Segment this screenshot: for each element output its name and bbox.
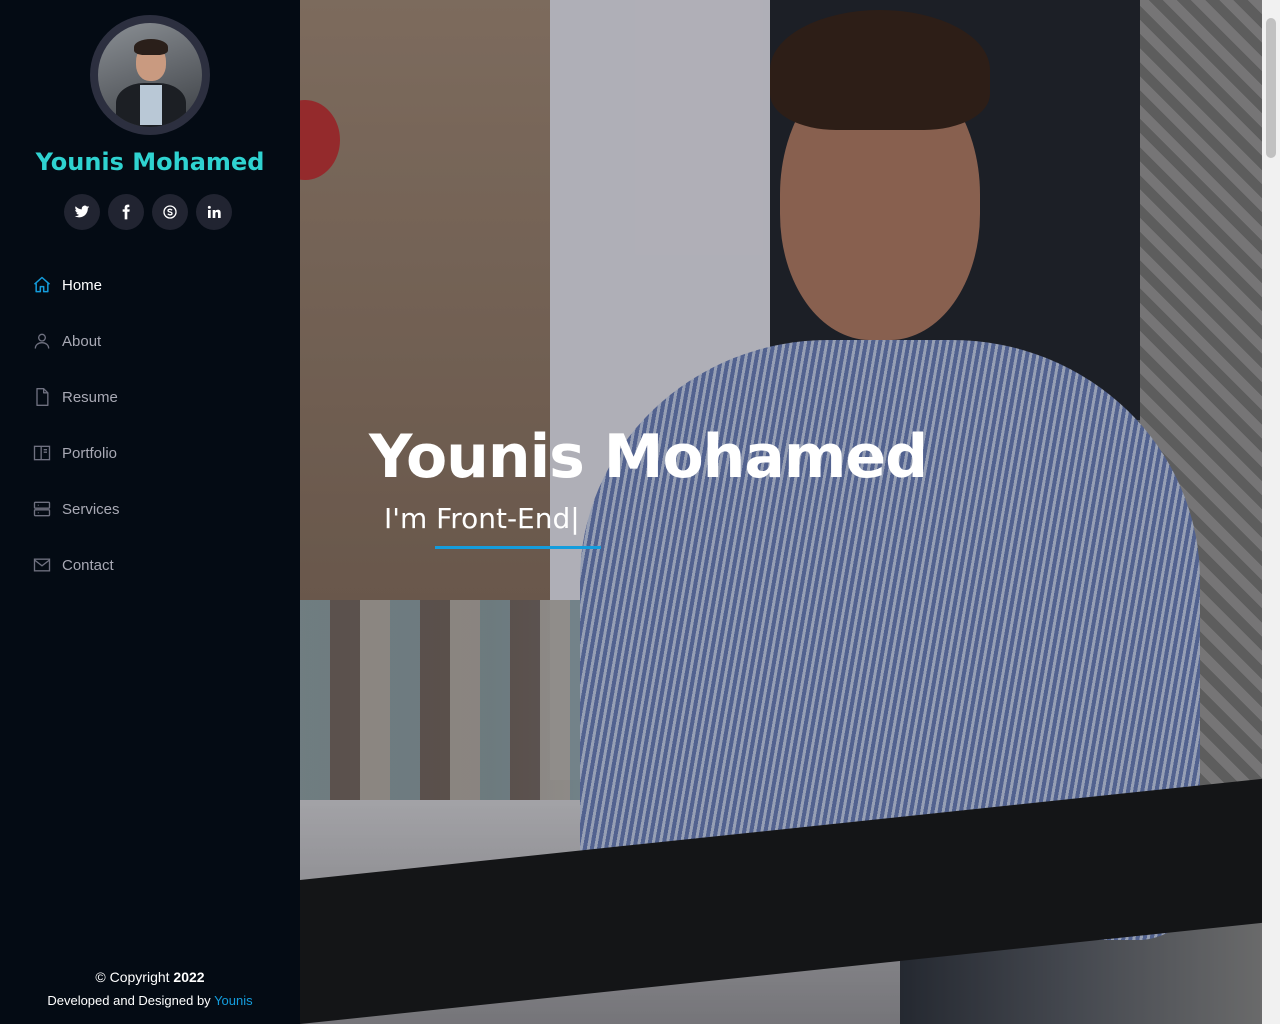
hero-section: Younis Mohamed I'm Front-End| <box>300 0 1262 1024</box>
skype-icon <box>163 205 177 219</box>
main-nav: Home About Resume Portfolio Services Con… <box>0 257 300 593</box>
linkedin-icon <box>207 205 221 218</box>
typed-underline <box>435 546 601 549</box>
page-scrollbar[interactable] <box>1262 0 1280 1024</box>
nav-item-services[interactable]: Services <box>0 481 300 537</box>
nav-label: Portfolio <box>62 444 118 462</box>
twitter-link[interactable] <box>64 194 100 230</box>
book-icon <box>32 443 52 463</box>
facebook-icon <box>122 204 130 220</box>
scrollbar-thumb[interactable] <box>1266 18 1276 158</box>
typed-cursor: | <box>570 502 580 535</box>
hero-subtitle: I'm Front-End| <box>384 502 580 535</box>
nav-item-resume[interactable]: Resume <box>0 369 300 425</box>
nav-item-portfolio[interactable]: Portfolio <box>0 425 300 481</box>
typed-text: I'm Front-End <box>384 502 571 535</box>
user-icon <box>32 331 52 351</box>
nav-label: Services <box>62 500 120 518</box>
sidebar-footer: © Copyright 2022 Developed and Designed … <box>0 965 300 1013</box>
hero-title: Younis Mohamed <box>369 422 928 492</box>
nav-label: Resume <box>62 388 118 406</box>
nav-item-about[interactable]: About <box>0 313 300 369</box>
nav-label: About <box>62 332 102 350</box>
nav-label: Contact <box>62 556 114 574</box>
nav-label: Home <box>62 276 103 294</box>
nav-item-contact[interactable]: Contact <box>0 537 300 593</box>
home-icon <box>32 275 52 295</box>
credits-link[interactable]: Younis <box>214 993 253 1008</box>
profile-name[interactable]: Younis Mohamed <box>0 148 300 176</box>
twitter-icon <box>74 205 90 218</box>
credits: Developed and Designed by Younis <box>47 993 253 1008</box>
copyright-year: 2022 <box>173 969 205 985</box>
linkedin-link[interactable] <box>196 194 232 230</box>
envelope-icon <box>32 555 52 575</box>
social-links <box>64 194 232 230</box>
profile-avatar <box>98 23 202 127</box>
sidebar: Younis Mohamed Home About Resume Portfol… <box>0 0 300 1024</box>
server-icon <box>32 499 52 519</box>
nav-item-home[interactable]: Home <box>0 257 300 313</box>
facebook-link[interactable] <box>108 194 144 230</box>
profile-avatar-frame <box>90 15 210 135</box>
file-icon <box>32 387 52 407</box>
skype-link[interactable] <box>152 194 188 230</box>
copyright: © Copyright 2022 <box>95 969 205 985</box>
